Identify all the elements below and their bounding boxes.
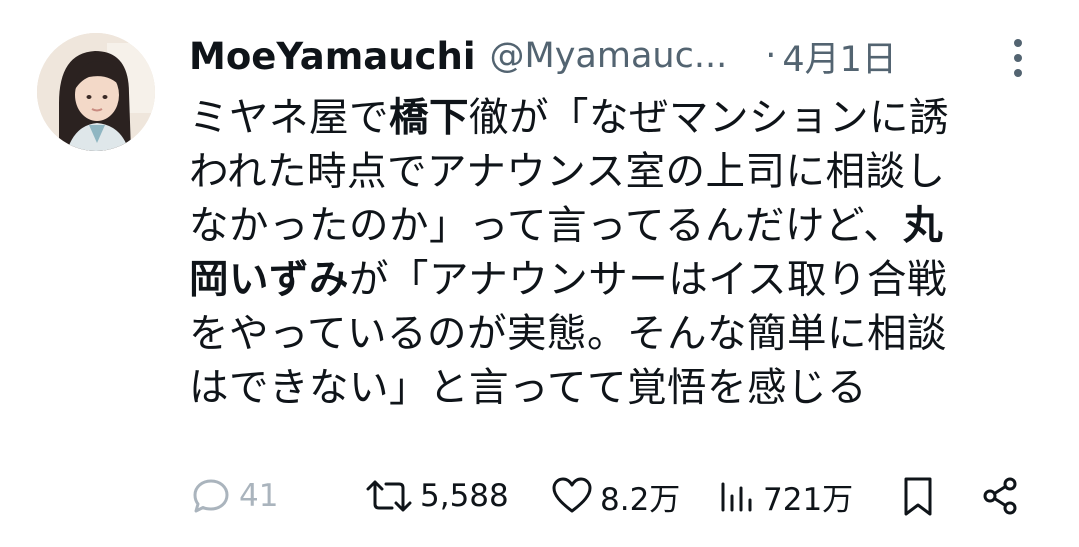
tweet-text-line: ミヤネ屋で橋下徹が「なぜマンションに誘 <box>189 91 1049 145</box>
tweet-text: ミヤネ屋で橋下徹が「なぜマンションに誘 われた時点でアナウンス室の上司に相談し … <box>189 91 1049 415</box>
text-segment: われた時点でアナウンス室の上司に相談し <box>189 149 946 195</box>
retweet-count: 5,588 <box>420 478 509 514</box>
action-bar: 41 5,588 8.2万 721万 <box>0 465 1079 527</box>
bookmark-button[interactable] <box>898 465 938 527</box>
text-segment: が「アナウンサーはイス取り合戦 <box>349 257 948 303</box>
text-segment: ミヤネ屋で <box>189 95 389 141</box>
tweet-text-line: 岡いずみが「アナウンサーはイス取り合戦 <box>189 253 1049 307</box>
share-icon <box>983 477 1017 515</box>
text-segment: をやっているのが実態。そんな簡単に相談 <box>189 311 948 357</box>
separator-dot: · <box>765 36 777 76</box>
more-vertical-icon <box>1014 39 1022 77</box>
tweet-text-line: なかったのか」って言ってるんだけど、丸 <box>189 199 1049 253</box>
views-bars-icon <box>721 482 752 512</box>
avatar-photo <box>37 33 155 151</box>
heart-icon <box>552 477 592 513</box>
like-button[interactable]: 8.2万 <box>550 465 680 527</box>
tweet-date[interactable]: 4月1日 <box>782 31 897 82</box>
tweet-text-line: をやっているのが実態。そんな簡単に相談 <box>189 307 1049 361</box>
author-handle[interactable]: @Myamauc... <box>490 36 728 76</box>
text-segment: はできない」と言ってて覚悟を感じる <box>189 365 868 411</box>
like-count: 8.2万 <box>600 481 681 518</box>
text-segment: なかったのか」って言ってるんだけど、 <box>189 203 904 249</box>
reply-bubble-icon <box>193 479 229 513</box>
view-count: 721万 <box>763 481 854 518</box>
views-button[interactable]: 721万 <box>717 465 853 527</box>
retweet-icon <box>366 480 412 512</box>
retweet-button[interactable]: 5,588 <box>364 465 509 527</box>
reply-count: 41 <box>239 478 279 514</box>
bold-name: 橋下 <box>389 95 469 141</box>
tweet-text-line: われた時点でアナウンス室の上司に相談し <box>189 145 1049 199</box>
reply-button[interactable]: 41 <box>189 465 278 527</box>
bold-name: 丸 <box>903 203 944 249</box>
bookmark-icon <box>904 477 932 516</box>
avatar[interactable] <box>37 33 155 151</box>
tweet-header: MoeYamauchi @Myamauc... · 4月1日 <box>189 28 1049 84</box>
tweet-text-line: はできない」と言ってて覚悟を感じる <box>189 361 1049 415</box>
bold-name: 岡いずみ <box>189 257 349 303</box>
share-button[interactable] <box>979 465 1023 527</box>
more-button[interactable] <box>1003 33 1033 83</box>
text-segment: 徹が「なぜマンションに誘 <box>469 95 949 141</box>
author-name[interactable]: MoeYamauchi <box>189 35 476 78</box>
